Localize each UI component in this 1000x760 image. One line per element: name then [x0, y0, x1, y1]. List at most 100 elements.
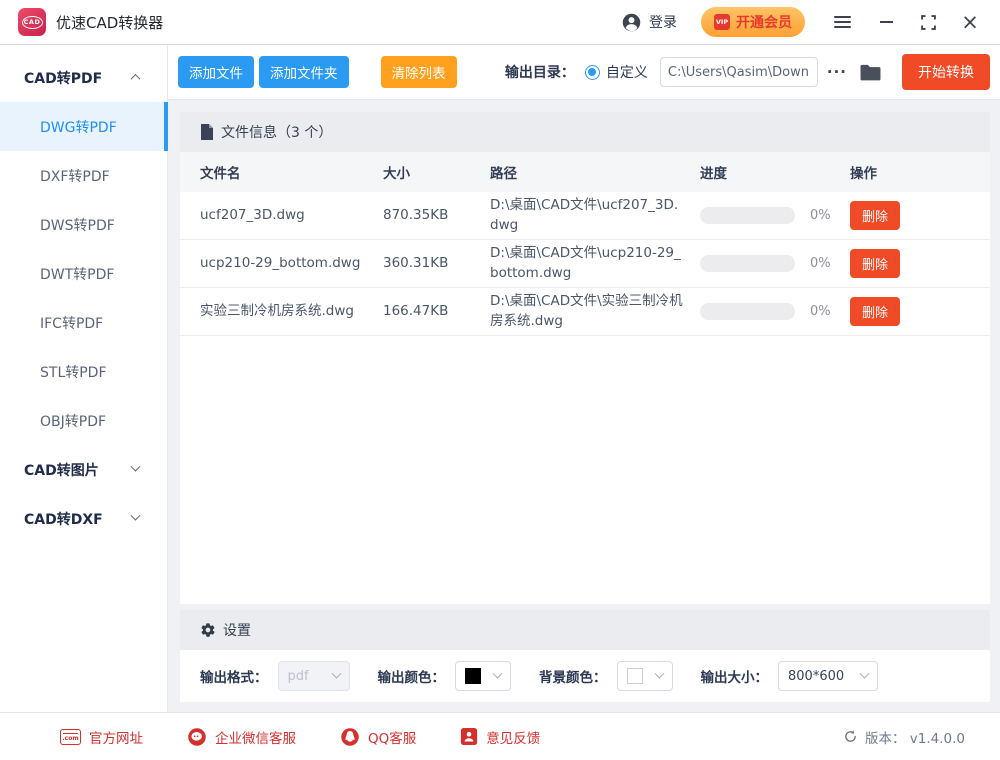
menu-icon[interactable]	[831, 13, 854, 31]
maximize-button[interactable]	[918, 12, 938, 32]
sidebar-item-ifc-to-pdf[interactable]: IFC转PDF	[0, 298, 167, 347]
radio-selected-icon	[585, 65, 600, 80]
file-panel: 文件信息（3 个） 文件名 大小 路径 进度 操作 ucf207_3D.dwg …	[180, 112, 990, 604]
delete-button[interactable]: 删除	[850, 249, 900, 278]
sidebar-item-dws-to-pdf[interactable]: DWS转PDF	[0, 200, 167, 249]
file-size: 360.31KB	[383, 254, 490, 274]
delete-button[interactable]: 删除	[850, 201, 900, 230]
footer-link-feedback[interactable]: 意见反馈	[460, 727, 540, 747]
delete-button[interactable]: 删除	[850, 297, 900, 326]
version-text: 版本： v1.4.0.0	[865, 727, 965, 747]
toolbar: 添加文件 添加文件夹 清除列表 输出目录： 自定义 ··· 开始转换	[168, 45, 1000, 100]
output-format-label: 输出格式：	[200, 666, 268, 686]
chevron-down-icon	[493, 668, 503, 678]
maximize-icon	[921, 15, 936, 30]
output-color-label: 输出颜色：	[378, 666, 446, 686]
footer-link-qq-service[interactable]: QQ客服	[340, 727, 416, 747]
black-color-swatch	[465, 668, 481, 684]
sidebar-group-cad-to-image[interactable]: CAD转图片	[0, 445, 167, 494]
chevron-up-icon	[131, 74, 141, 84]
settings-panel: 设置 输出格式： pdf 输出颜色：	[180, 610, 990, 702]
sidebar-item-dwt-to-pdf[interactable]: DWT转PDF	[0, 249, 167, 298]
main-area: 添加文件 添加文件夹 清除列表 输出目录： 自定义 ··· 开始转换	[168, 45, 1000, 712]
bg-color-label: 背景颜色：	[539, 666, 607, 686]
footer-link-wechat-service[interactable]: 企业微信客服	[187, 727, 296, 747]
app-logo-icon: CAD	[18, 8, 46, 36]
table-row: ucp210-29_bottom.dwg 360.31KB D:\桌面\CAD文…	[180, 240, 990, 288]
progress-cell: 0%	[700, 303, 850, 320]
table-row: ucf207_3D.dwg 870.35KB D:\桌面\CAD文件\ucf20…	[180, 192, 990, 240]
sidebar-item-stl-to-pdf[interactable]: STL转PDF	[0, 347, 167, 396]
app-window: CAD 优速CAD转换器 登录 VIP 开通会员	[0, 0, 1000, 760]
col-path: 路径	[490, 162, 700, 182]
browse-more-button[interactable]: ···	[827, 63, 847, 81]
vip-icon: VIP	[714, 14, 730, 30]
gear-icon	[200, 622, 216, 638]
output-dir-label: 输出目录：	[505, 62, 575, 82]
vip-button[interactable]: VIP 开通会员	[701, 7, 805, 37]
title-bar: CAD 优速CAD转换器 登录 VIP 开通会员	[0, 0, 1000, 45]
progress-bar	[700, 255, 795, 272]
clear-list-button[interactable]: 清除列表	[381, 56, 457, 88]
content-area: 文件信息（3 个） 文件名 大小 路径 进度 操作 ucf207_3D.dwg …	[168, 100, 1000, 712]
file-name: 实验三制冷机房系统.dwg	[200, 302, 383, 322]
progress-bar	[700, 207, 795, 224]
sidebar-item-dxf-to-pdf[interactable]: DXF转PDF	[0, 151, 167, 200]
start-convert-button[interactable]: 开始转换	[902, 54, 990, 90]
qq-service-icon	[340, 727, 360, 747]
app-logo-text: CAD	[22, 16, 43, 29]
website-icon: .com	[60, 729, 81, 745]
custom-dir-radio[interactable]: 自定义	[585, 62, 648, 82]
user-avatar-icon	[621, 12, 642, 33]
file-name: ucf207_3D.dwg	[200, 206, 383, 226]
col-filename: 文件名	[200, 162, 383, 182]
progress-cell: 0%	[700, 255, 850, 272]
footer-link-website[interactable]: .com 官方网址	[60, 727, 143, 747]
file-path: D:\桌面\CAD文件\ucp210-29_bottom.dwg	[490, 244, 700, 283]
open-folder-button[interactable]	[859, 63, 882, 82]
file-name: ucp210-29_bottom.dwg	[200, 254, 383, 274]
title-bar-right: 登录 VIP 开通会员 ×	[621, 7, 980, 37]
progress-value: 0%	[810, 208, 831, 223]
col-progress: 进度	[700, 162, 850, 182]
add-file-button[interactable]: 添加文件	[178, 56, 254, 88]
settings-row: 输出格式： pdf 输出颜色： 背景颜色：	[180, 650, 990, 702]
sidebar-group-cad-to-pdf[interactable]: CAD转PDF	[0, 53, 167, 102]
progress-value: 0%	[810, 304, 831, 319]
document-icon	[200, 124, 214, 140]
refresh-icon[interactable]	[843, 729, 858, 744]
file-size: 870.35KB	[383, 206, 490, 226]
chevron-down-icon	[131, 462, 141, 472]
output-size-label: 输出大小：	[701, 666, 769, 686]
sidebar-item-dwg-to-pdf[interactable]: DWG转PDF	[0, 102, 167, 151]
progress-value: 0%	[810, 256, 831, 271]
minimize-button[interactable]	[876, 12, 896, 32]
add-folder-button[interactable]: 添加文件夹	[259, 56, 349, 88]
footer: .com 官方网址 企业微信客服 QQ客服	[0, 712, 1000, 760]
settings-header: 设置	[180, 610, 990, 650]
chevron-down-icon	[131, 511, 141, 521]
output-path-input[interactable]	[660, 57, 818, 87]
table-header: 文件名 大小 路径 进度 操作	[180, 152, 990, 192]
sidebar-group-cad-to-dxf[interactable]: CAD转DXF	[0, 494, 167, 543]
chevron-down-icon	[331, 668, 341, 678]
sidebar-item-obj-to-pdf[interactable]: OBJ转PDF	[0, 396, 167, 445]
file-path: D:\桌面\CAD文件\实验三制冷机房系统.dwg	[490, 292, 700, 331]
file-size: 166.47KB	[383, 302, 490, 322]
title-bar-left: CAD 优速CAD转换器	[18, 8, 163, 36]
output-format-select[interactable]: pdf	[278, 661, 350, 691]
version-info: 版本： v1.4.0.0	[843, 727, 965, 747]
file-path: D:\桌面\CAD文件\ucf207_3D.dwg	[490, 196, 700, 235]
folder-icon	[859, 63, 882, 82]
chevron-down-icon	[654, 668, 664, 678]
login-button[interactable]: 登录	[621, 12, 677, 33]
sidebar: CAD转PDF DWG转PDF DXF转PDF DWS转PDF DWT转PDF …	[0, 45, 168, 712]
close-icon: ×	[961, 12, 979, 33]
bg-color-select[interactable]	[617, 661, 673, 691]
output-color-select[interactable]	[455, 661, 511, 691]
white-color-swatch	[627, 668, 643, 684]
output-size-select[interactable]: 800*600	[778, 661, 878, 691]
close-button[interactable]: ×	[960, 12, 980, 32]
chevron-down-icon	[860, 668, 870, 678]
progress-cell: 0%	[700, 207, 850, 224]
